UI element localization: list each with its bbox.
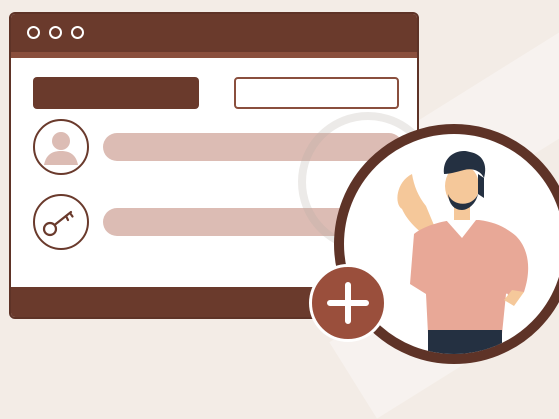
window-control-dot[interactable]: [71, 26, 84, 39]
user-icon: [44, 132, 78, 165]
window-titlebar: [11, 14, 417, 52]
primary-button[interactable]: [33, 77, 199, 109]
key-avatar: [33, 194, 89, 250]
window-control-dot[interactable]: [49, 26, 62, 39]
user-avatar: [33, 119, 89, 175]
window-control-dot[interactable]: [27, 26, 40, 39]
text-input[interactable]: [234, 77, 399, 109]
plus-icon: [327, 282, 369, 324]
add-button[interactable]: [309, 264, 387, 342]
titlebar-divider: [11, 52, 417, 58]
key-icon: [42, 210, 74, 237]
